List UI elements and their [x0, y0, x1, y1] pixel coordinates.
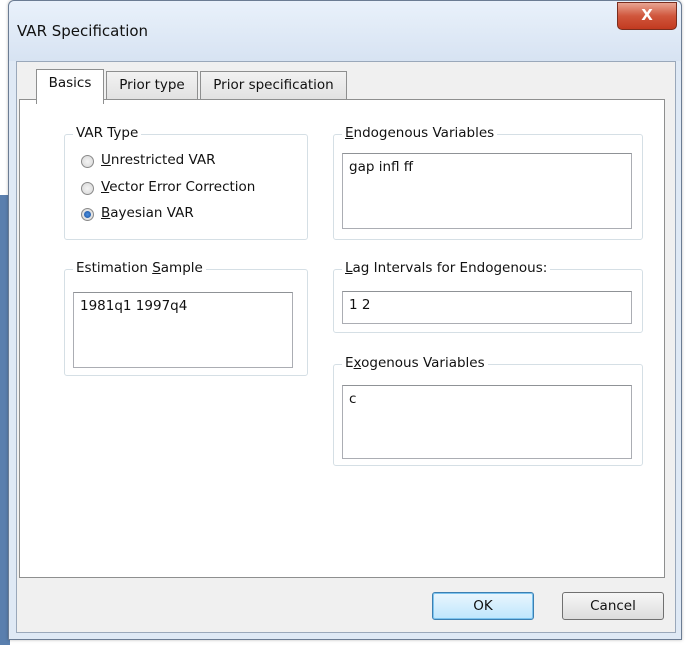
estimation-sample-label: ample — [160, 260, 203, 276]
cancel-button[interactable]: Cancel — [562, 592, 664, 620]
radio-unrestricted-var-indicator[interactable] — [81, 155, 94, 168]
exogenous-prefix: E — [345, 355, 354, 371]
exogenous-variables-value: c — [349, 391, 357, 407]
exogenous-label: ogenous Variables — [361, 355, 485, 371]
estimation-sample-group: Estimation Sample 1981q1 1997q4 — [64, 260, 308, 376]
lag-intervals-value: 1 2 — [349, 297, 371, 313]
vector-error-correction-label: ector Error Correction — [109, 179, 256, 195]
endogenous-variables-group: Endogenous Variables gap infl ff — [333, 125, 643, 240]
basics-tab-panel: VAR Type Unrestricted VAR Vector Error C… — [19, 99, 665, 578]
estimation-sample-value: 1981q1 1997q4 — [80, 298, 188, 314]
cancel-button-label: Cancel — [590, 598, 636, 614]
endogenous-variables-legend: Endogenous Variables — [342, 125, 498, 141]
bayesian-var-label: ayesian VAR — [110, 205, 194, 221]
ok-button[interactable]: OK — [432, 592, 534, 620]
unrestricted-var-mnemonic: U — [101, 152, 111, 168]
lag-intervals-mnemonic: L — [345, 260, 353, 276]
unrestricted-var-label: nrestricted VAR — [110, 152, 216, 168]
endogenous-mnemonic: E — [345, 125, 354, 141]
lag-intervals-legend: Lag Intervals for Endogenous: — [342, 260, 551, 276]
radio-vector-error-correction-indicator[interactable] — [81, 182, 94, 195]
exogenous-mnemonic: x — [353, 355, 362, 371]
endogenous-label: ndogenous Variables — [353, 125, 495, 141]
lag-intervals-input[interactable]: 1 2 — [342, 291, 632, 324]
estimation-sample-legend: Estimation Sample — [73, 260, 206, 276]
var-type-group: VAR Type Unrestricted VAR Vector Error C… — [64, 125, 308, 240]
close-button[interactable]: X — [617, 2, 677, 30]
tab-prior-type[interactable]: Prior type — [106, 71, 198, 102]
title-bar[interactable]: VAR Specification X — [9, 1, 681, 61]
tab-basics-label: Basics — [48, 75, 92, 91]
tab-prior-type-label: Prior type — [119, 77, 185, 93]
lag-intervals-label: ag Intervals for Endogenous: — [352, 260, 548, 276]
endogenous-variables-value: gap infl ff — [349, 159, 414, 175]
radio-bayesian-var-indicator[interactable] — [81, 208, 94, 221]
ok-button-label: OK — [473, 598, 493, 614]
var-type-legend: VAR Type — [73, 125, 142, 141]
tab-basics[interactable]: Basics — [36, 69, 104, 104]
exogenous-variables-group: Exogenous Variables c — [333, 355, 643, 466]
endogenous-variables-input[interactable]: gap infl ff — [342, 153, 632, 229]
estimation-sample-prefix: Estimation — [76, 260, 153, 276]
exogenous-variables-input[interactable]: c — [342, 385, 632, 459]
bayesian-var-mnemonic: B — [101, 205, 111, 221]
tab-prior-specification-label: Prior specification — [213, 77, 334, 93]
close-icon: X — [641, 6, 653, 24]
estimation-sample-mnemonic: S — [152, 260, 161, 276]
lag-intervals-group: Lag Intervals for Endogenous: 1 2 — [333, 260, 643, 333]
tab-prior-specification[interactable]: Prior specification — [200, 71, 347, 102]
exogenous-variables-legend: Exogenous Variables — [342, 355, 488, 371]
vector-error-correction-mnemonic: V — [101, 179, 110, 195]
estimation-sample-input[interactable]: 1981q1 1997q4 — [73, 292, 293, 368]
window-title: VAR Specification — [17, 22, 149, 40]
